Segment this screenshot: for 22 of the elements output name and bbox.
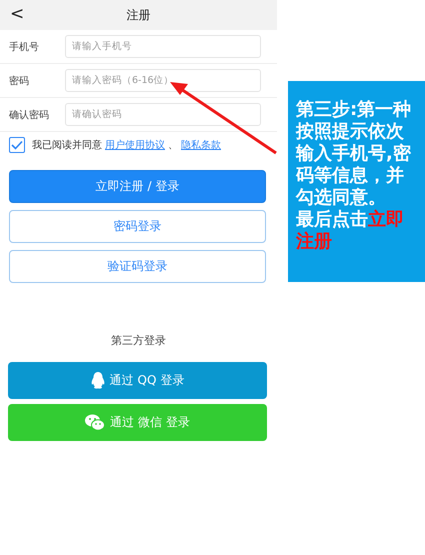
penguin-icon xyxy=(90,372,105,389)
field-label: 密码 xyxy=(8,74,30,88)
agreement-link[interactable]: 用户使用协议 xyxy=(105,138,165,152)
section-title: 第三方登录 xyxy=(110,333,167,348)
chat-bubbles-icon xyxy=(85,414,106,431)
qq-login-button[interactable]: 通过 QQ 登录 xyxy=(8,362,267,399)
login-button[interactable]: 密码登录 xyxy=(9,210,266,243)
input-field[interactable]: 请输入手机号 xyxy=(65,35,261,58)
instruction-text: 第三步:第一种按照提示依次输入手机号,密码等信息，并勾选同意。 最后点击立即注册 xyxy=(296,99,412,253)
input-field[interactable]: 请输入密码（6-16位） xyxy=(65,69,261,92)
input-field[interactable]: 请确认密码 xyxy=(65,103,261,126)
login-button[interactable]: 验证码登录 xyxy=(9,250,266,283)
back-button[interactable]: < xyxy=(6,4,28,24)
page-title: 注册 xyxy=(126,6,150,24)
checkbox[interactable] xyxy=(9,137,25,153)
field-label: 手机号 xyxy=(8,40,40,54)
register-button[interactable]: 立即注册 / 登录 xyxy=(9,170,266,203)
agreement-link[interactable]: 隐私条款 xyxy=(181,138,221,152)
field-label: 确认密码 xyxy=(8,108,50,122)
wechat-login-button[interactable]: 通过 微信 登录 xyxy=(8,404,267,441)
separator-text: 、 xyxy=(168,139,178,152)
agreement-text: 我已阅读并同意 xyxy=(32,138,102,152)
